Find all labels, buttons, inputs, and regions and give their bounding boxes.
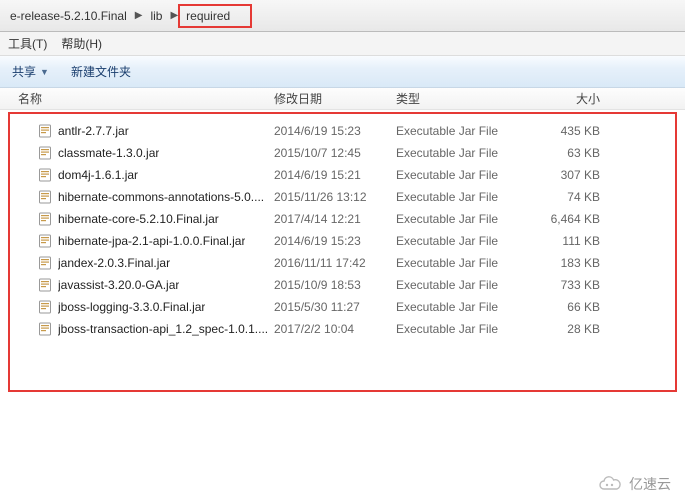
file-size: 111 KB — [526, 234, 616, 248]
file-row[interactable]: jandex-2.0.3.Final.jar 2016/11/11 17:42Ex… — [10, 252, 675, 274]
jar-file-icon — [38, 300, 52, 314]
file-size: 28 KB — [526, 322, 616, 336]
file-row[interactable]: hibernate-jpa-2.1-api-1.0.0.Final.jar 201… — [10, 230, 675, 252]
menu-help[interactable]: 帮助(H) — [61, 35, 102, 52]
column-header-name[interactable]: 名称 — [0, 90, 274, 107]
file-date: 2015/11/26 13:12 — [274, 190, 396, 204]
file-name-cell: classmate-1.3.0.jar — [10, 146, 274, 160]
file-name-cell: jboss-transaction-api_1.2_spec-1.0.1.... — [10, 322, 274, 336]
file-row[interactable]: jboss-logging-3.3.0.Final.jar 2015/5/30 1… — [10, 296, 675, 318]
file-type: Executable Jar File — [396, 234, 526, 248]
jar-file-icon — [38, 234, 52, 248]
file-name: classmate-1.3.0.jar — [58, 146, 159, 160]
file-name-cell: antlr-2.7.7.jar — [10, 124, 274, 138]
jar-file-icon — [38, 212, 52, 226]
file-date: 2017/2/2 10:04 — [274, 322, 396, 336]
file-name: jboss-transaction-api_1.2_spec-1.0.1.... — [58, 322, 268, 336]
file-name-cell: dom4j-1.6.1.jar — [10, 168, 274, 182]
file-date: 2014/6/19 15:21 — [274, 168, 396, 182]
breadcrumb-segment[interactable]: e-release-5.2.10.Final — [4, 4, 133, 28]
file-name-cell: jboss-logging-3.3.0.Final.jar — [10, 300, 274, 314]
column-header-type[interactable]: 类型 — [396, 90, 526, 107]
jar-file-icon — [38, 124, 52, 138]
chevron-down-icon: ▼ — [40, 67, 49, 77]
column-headers: 名称 修改日期 类型 大小 — [0, 88, 685, 110]
jar-file-icon — [38, 168, 52, 182]
file-type: Executable Jar File — [396, 124, 526, 138]
cloud-icon — [597, 475, 623, 493]
file-name-cell: hibernate-core-5.2.10.Final.jar — [10, 212, 274, 226]
file-size: 74 KB — [526, 190, 616, 204]
file-type: Executable Jar File — [396, 190, 526, 204]
file-type: Executable Jar File — [396, 256, 526, 270]
share-label: 共享 — [12, 63, 36, 80]
watermark-text: 亿速云 — [629, 474, 671, 494]
file-row[interactable]: hibernate-commons-annotations-5.0.... 201… — [10, 186, 675, 208]
share-button[interactable]: 共享 ▼ — [12, 63, 49, 80]
file-name-cell: javassist-3.20.0-GA.jar — [10, 278, 274, 292]
file-type: Executable Jar File — [396, 168, 526, 182]
file-date: 2016/11/11 17:42 — [274, 256, 396, 270]
file-date: 2017/4/14 12:21 — [274, 212, 396, 226]
chevron-right-icon: ▶ — [133, 10, 145, 21]
file-name: hibernate-core-5.2.10.Final.jar — [58, 212, 219, 226]
menu-bar: 工具(T) 帮助(H) — [0, 32, 685, 56]
file-size: 66 KB — [526, 300, 616, 314]
menu-tools[interactable]: 工具(T) — [8, 35, 47, 52]
file-date: 2015/5/30 11:27 — [274, 300, 396, 314]
file-row[interactable]: jboss-transaction-api_1.2_spec-1.0.1....… — [10, 318, 675, 340]
address-bar: e-release-5.2.10.Final ▶ lib ▶ required — [0, 0, 685, 32]
column-header-date[interactable]: 修改日期 — [274, 90, 396, 107]
file-type: Executable Jar File — [396, 146, 526, 160]
file-size: 435 KB — [526, 124, 616, 138]
new-folder-label: 新建文件夹 — [71, 63, 131, 80]
new-folder-button[interactable]: 新建文件夹 — [71, 63, 131, 80]
breadcrumb-current[interactable]: required — [178, 4, 252, 28]
jar-file-icon — [38, 190, 52, 204]
file-size: 307 KB — [526, 168, 616, 182]
file-name: hibernate-jpa-2.1-api-1.0.0.Final.jar — [58, 234, 245, 248]
file-name-cell: hibernate-commons-annotations-5.0.... — [10, 190, 274, 204]
file-name-cell: hibernate-jpa-2.1-api-1.0.0.Final.jar — [10, 234, 274, 248]
jar-file-icon — [38, 278, 52, 292]
file-name-cell: jandex-2.0.3.Final.jar — [10, 256, 274, 270]
file-size: 183 KB — [526, 256, 616, 270]
jar-file-icon — [38, 322, 52, 336]
file-type: Executable Jar File — [396, 300, 526, 314]
file-type: Executable Jar File — [396, 212, 526, 226]
file-row[interactable]: antlr-2.7.7.jar 2014/6/19 15:23Executable… — [10, 120, 675, 142]
breadcrumb-segment[interactable]: lib — [144, 4, 168, 28]
file-name: dom4j-1.6.1.jar — [58, 168, 138, 182]
file-row[interactable]: hibernate-core-5.2.10.Final.jar 2017/4/14… — [10, 208, 675, 230]
file-size: 6,464 KB — [526, 212, 616, 226]
file-row[interactable]: dom4j-1.6.1.jar 2014/6/19 15:21Executable… — [10, 164, 675, 186]
file-row[interactable]: javassist-3.20.0-GA.jar 2015/10/9 18:53Ex… — [10, 274, 675, 296]
jar-file-icon — [38, 256, 52, 270]
watermark: 亿速云 — [597, 474, 671, 494]
file-type: Executable Jar File — [396, 322, 526, 336]
jar-file-icon — [38, 146, 52, 160]
file-name: hibernate-commons-annotations-5.0.... — [58, 190, 264, 204]
file-name: javassist-3.20.0-GA.jar — [58, 278, 179, 292]
file-name: jandex-2.0.3.Final.jar — [58, 256, 170, 270]
file-date: 2014/6/19 15:23 — [274, 124, 396, 138]
file-date: 2014/6/19 15:23 — [274, 234, 396, 248]
file-size: 63 KB — [526, 146, 616, 160]
file-date: 2015/10/9 18:53 — [274, 278, 396, 292]
column-header-size[interactable]: 大小 — [526, 90, 616, 107]
file-type: Executable Jar File — [396, 278, 526, 292]
toolbar: 共享 ▼ 新建文件夹 — [0, 56, 685, 88]
file-name: antlr-2.7.7.jar — [58, 124, 129, 138]
file-size: 733 KB — [526, 278, 616, 292]
file-row[interactable]: classmate-1.3.0.jar 2015/10/7 12:45Execut… — [10, 142, 675, 164]
file-list: antlr-2.7.7.jar2014/6/19 15:23Executable… — [8, 112, 677, 392]
file-name: jboss-logging-3.3.0.Final.jar — [58, 300, 205, 314]
file-date: 2015/10/7 12:45 — [274, 146, 396, 160]
